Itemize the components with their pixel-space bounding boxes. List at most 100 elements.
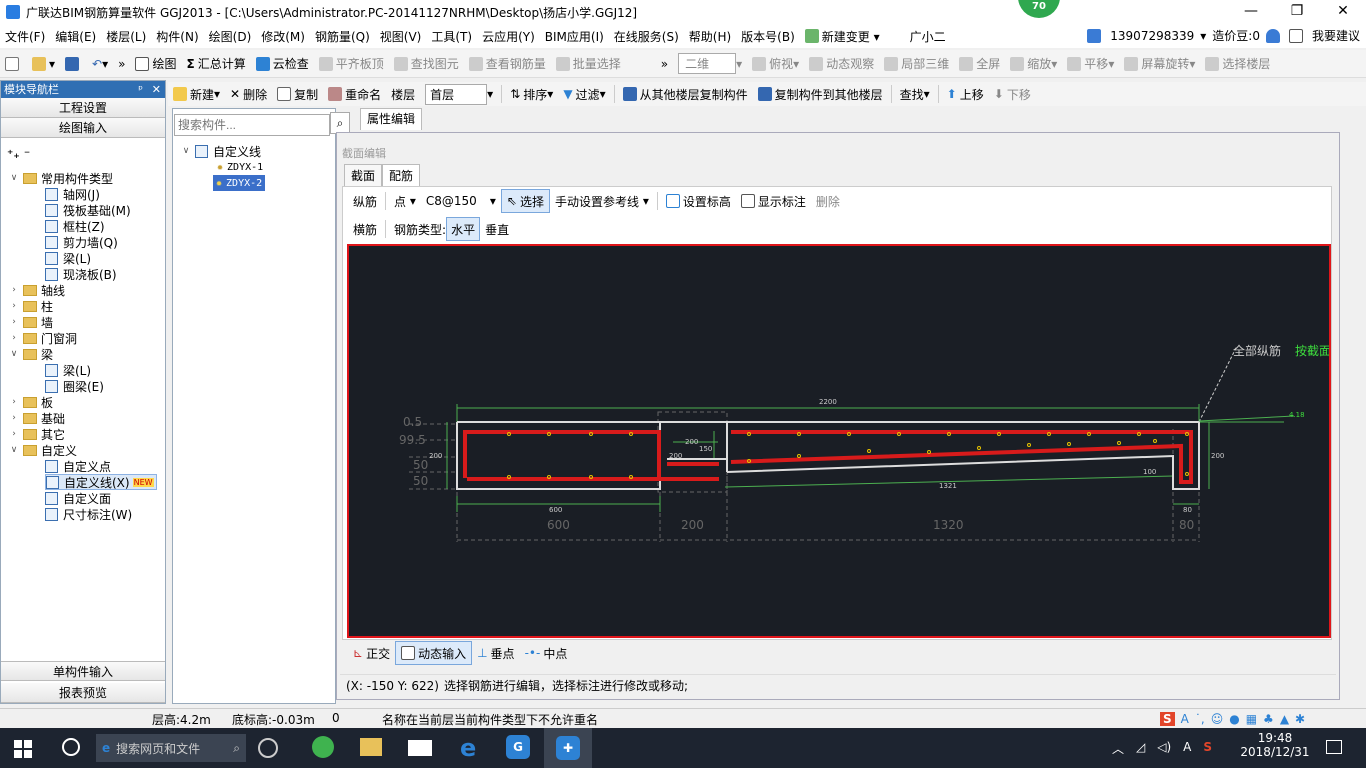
tab-property-edit[interactable]: 属性编辑 bbox=[360, 108, 422, 130]
sort-button[interactable]: ⇅ 排序 ▾ bbox=[505, 82, 558, 106]
punctuation-icon[interactable]: ˙, bbox=[1195, 712, 1205, 726]
report-preview-button[interactable]: 报表预览 bbox=[1, 683, 165, 703]
dynamic-input-button[interactable]: 动态输入 bbox=[395, 641, 473, 665]
top-view-button[interactable]: 俯视 ▾ bbox=[747, 52, 804, 76]
dim-d200[interactable]: 200 bbox=[685, 438, 698, 446]
notification-center-icon[interactable] bbox=[1326, 740, 1342, 754]
tree-openings[interactable]: › 门窗洞 bbox=[9, 330, 77, 346]
view-rebar-button[interactable]: 查看钢筋量 bbox=[464, 52, 551, 76]
dim-h200-left[interactable]: 200 bbox=[429, 452, 442, 460]
tree-beam-l[interactable]: 梁(L) bbox=[45, 362, 91, 378]
taskbar-active-app[interactable]: ✚ bbox=[544, 728, 592, 768]
taskbar-search[interactable]: e 搜索网页和文件 ⌕ bbox=[96, 734, 246, 762]
dim-200[interactable]: 200 bbox=[681, 518, 704, 532]
section-drawing[interactable]: 全部纵筋 按截面 2200 600 1321 80 600 200 1320 8… bbox=[349, 246, 1331, 636]
menu-component[interactable]: 构件(N) bbox=[151, 28, 203, 45]
set-elevation-button[interactable]: 设置标高 bbox=[661, 189, 736, 213]
tree-wall[interactable]: › 墙 bbox=[9, 314, 53, 330]
select-floor-button[interactable]: 选择楼层 bbox=[1200, 52, 1275, 76]
sogou-icon[interactable]: S bbox=[1160, 712, 1175, 726]
keyboard-icon[interactable]: ▦ bbox=[1246, 712, 1257, 726]
dim-1320[interactable]: 1320 bbox=[933, 518, 964, 532]
rename-component-button[interactable]: 重命名 bbox=[323, 82, 386, 106]
menu-edit[interactable]: 编辑(E) bbox=[50, 28, 101, 45]
filter-button[interactable]: ▼ 过滤 ▾ bbox=[558, 82, 610, 106]
tree-other[interactable]: › 其它 bbox=[9, 426, 65, 442]
tab-reinforcement[interactable]: 配筋 bbox=[382, 164, 421, 187]
delete-rebar-button[interactable]: 删除 bbox=[811, 189, 845, 213]
app-g-icon[interactable] bbox=[258, 738, 278, 758]
tools-icon[interactable]: ▲ bbox=[1280, 712, 1289, 726]
copy-component-button[interactable]: 复制 bbox=[272, 82, 323, 106]
emoji-icon[interactable]: ☺ bbox=[1211, 712, 1224, 726]
network-icon[interactable]: ◿ bbox=[1136, 740, 1145, 757]
user-phone[interactable]: 13907298339 bbox=[1110, 29, 1194, 43]
suggest-link[interactable]: 我要建议 bbox=[1312, 27, 1360, 44]
component-item-selected[interactable]: ✹ ZDYX-2 bbox=[213, 175, 266, 191]
dim-600[interactable]: 600 bbox=[547, 518, 570, 532]
close-button[interactable]: ✕ bbox=[1320, 0, 1366, 24]
batch-select-button[interactable]: 批量选择 bbox=[551, 52, 626, 76]
show-dimension-button[interactable]: 显示标注 bbox=[736, 189, 811, 213]
project-settings-button[interactable]: 工程设置 bbox=[1, 98, 165, 118]
draw-button[interactable]: 绘图 bbox=[130, 52, 181, 76]
menu-draw[interactable]: 绘图(D) bbox=[204, 28, 257, 45]
tree-dimension[interactable]: 尺寸标注(W) bbox=[45, 506, 132, 522]
menu-file[interactable]: 文件(F) bbox=[0, 28, 50, 45]
align-top-button[interactable]: 平齐板顶 bbox=[314, 52, 389, 76]
drawing-canvas[interactable]: 全部纵筋 按截面 2200 600 1321 80 600 200 1320 8… bbox=[347, 244, 1331, 638]
tree-beams[interactable]: ∨ 梁 bbox=[9, 346, 53, 362]
sum-calc-button[interactable]: Σ 汇总计算 bbox=[181, 52, 250, 76]
file-explorer-icon[interactable] bbox=[360, 738, 382, 756]
browser-360-icon[interactable] bbox=[312, 736, 334, 758]
skin-icon[interactable]: ♣ bbox=[1263, 712, 1274, 726]
vertical-button[interactable]: 垂直 bbox=[480, 217, 514, 241]
nav-close-icon[interactable]: ✕ bbox=[152, 81, 161, 98]
toolbar-overflow[interactable]: » bbox=[113, 52, 130, 76]
menu-help[interactable]: 帮助(H) bbox=[684, 28, 736, 45]
view-mode-select[interactable]: 二维 ▾ bbox=[673, 52, 747, 76]
dim-1321[interactable]: 1321 bbox=[939, 482, 957, 490]
vertical-scrollbar[interactable] bbox=[1344, 132, 1360, 700]
dim-80[interactable]: 80 bbox=[1179, 518, 1194, 532]
tree-frame-column[interactable]: 框柱(Z) bbox=[45, 218, 105, 234]
tree-shear-wall[interactable]: 剪力墙(Q) bbox=[45, 234, 118, 250]
component-root[interactable]: ∨ 自定义线 bbox=[181, 143, 261, 159]
menu-tools[interactable]: 工具(T) bbox=[426, 28, 477, 45]
tree-axis[interactable]: › 轴线 bbox=[9, 282, 65, 298]
menu-rebar[interactable]: 钢筋量(Q) bbox=[310, 28, 375, 45]
maximize-button[interactable]: ❐ bbox=[1274, 0, 1320, 24]
select-button[interactable]: ⇖ 选择 bbox=[500, 189, 550, 213]
menu-cloud[interactable]: 云应用(Y) bbox=[477, 28, 540, 45]
copy-from-floor-button[interactable]: 从其他楼层复制构件 bbox=[618, 82, 753, 106]
point-select[interactable]: 点 ▾ bbox=[389, 189, 421, 213]
floor-select[interactable]: 首层 ▾ bbox=[420, 82, 498, 106]
tree-axis-grid[interactable]: 轴网(J) bbox=[45, 186, 100, 202]
cloud-check-button[interactable]: 云检查 bbox=[251, 52, 314, 76]
tree-common-types[interactable]: ∨ 常用构件类型 bbox=[9, 170, 113, 186]
new-component-button[interactable]: 新建 ▾ bbox=[168, 82, 225, 106]
tree-column[interactable]: › 柱 bbox=[9, 298, 53, 314]
midpoint-button[interactable]: -•- 中点 bbox=[520, 641, 573, 665]
tree-beam[interactable]: 梁(L) bbox=[45, 250, 91, 266]
ortho-button[interactable]: ⊾ 正交 bbox=[348, 641, 395, 665]
find-component-button[interactable]: 查找 ▾ bbox=[895, 82, 935, 106]
mail-icon[interactable] bbox=[408, 740, 432, 756]
tree-slab[interactable]: 现浇板(B) bbox=[45, 266, 117, 282]
pan-button[interactable]: 平移 ▾ bbox=[1062, 52, 1119, 76]
zoom-button[interactable]: 缩放 ▾ bbox=[1005, 52, 1062, 76]
spacing-select[interactable]: C8@150 ▾ bbox=[421, 189, 501, 213]
toolbar-overflow-2[interactable]: » bbox=[656, 52, 673, 76]
single-input-button[interactable]: 单构件输入 bbox=[1, 661, 165, 681]
cortana-icon[interactable] bbox=[62, 738, 80, 756]
undo-button[interactable]: ↶ ▾ bbox=[87, 52, 113, 76]
tree-custom-point[interactable]: 自定义点 bbox=[45, 458, 111, 474]
dim-d100[interactable]: 100 bbox=[1143, 468, 1156, 476]
menu-online[interactable]: 在线服务(S) bbox=[609, 28, 684, 45]
manual-ref-line-button[interactable]: 手动设置参考线 ▾ bbox=[550, 189, 654, 213]
component-item[interactable]: ✹ ZDYX-1 bbox=[217, 159, 263, 175]
menu-new-change[interactable]: 新建变更 ▾ bbox=[800, 28, 885, 45]
move-up-button[interactable]: ⬆ 上移 bbox=[942, 82, 989, 106]
sogou-tray-icon[interactable]: S bbox=[1203, 740, 1212, 757]
volume-icon[interactable]: ◁) bbox=[1157, 740, 1171, 757]
